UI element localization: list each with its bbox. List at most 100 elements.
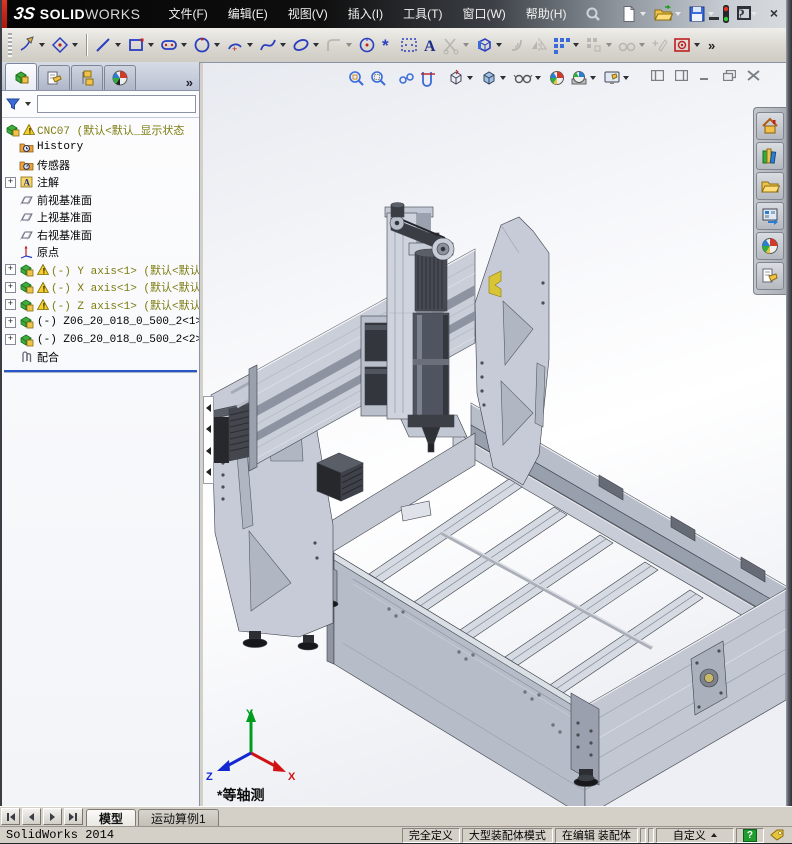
display-relations-button[interactable] — [616, 31, 649, 59]
sketch-button[interactable] — [16, 31, 49, 59]
tab-nav-next-button[interactable] — [43, 808, 62, 825]
new-document-caret-icon[interactable] — [640, 12, 647, 16]
tree-expander-icon[interactable]: + — [5, 264, 16, 276]
menu-view[interactable]: 视图(V) — [278, 0, 338, 28]
sketch-fillet-button[interactable] — [323, 31, 356, 59]
previous-view-button[interactable] — [395, 66, 417, 90]
open-document-caret-icon[interactable] — [675, 12, 682, 16]
edit-appearance-button[interactable] — [546, 66, 568, 90]
menu-insert[interactable]: 插入(I) — [338, 0, 393, 28]
hide-show-items-caret-icon[interactable] — [535, 76, 541, 80]
tree-item[interactable]: +! (-) Y axis<1> (默认<默认 — [2, 261, 199, 279]
line-caret-icon[interactable] — [115, 43, 121, 47]
polygon-button[interactable] — [356, 31, 378, 59]
tree-item[interactable]: 前视基准面 — [2, 191, 199, 209]
menu-help[interactable]: 帮助(H) — [516, 0, 577, 28]
quick-tip-tag-icon[interactable] — [768, 828, 786, 842]
status-help-button[interactable]: ? — [735, 827, 764, 843]
apply-scene-button[interactable] — [568, 66, 601, 90]
display-style-caret-icon[interactable] — [500, 76, 506, 80]
panel-splitter-arrows[interactable] — [203, 396, 214, 484]
view-settings-button[interactable] — [601, 66, 634, 90]
tree-item[interactable]: +! (-) Z axis<1> (默认<默认 — [2, 296, 199, 314]
surface-sketch-button[interactable] — [398, 31, 420, 59]
zoom-to-area-button[interactable] — [367, 66, 389, 90]
menu-window[interactable]: 窗口(W) — [452, 0, 515, 28]
view-orientation-button[interactable] — [445, 66, 478, 90]
convert-entities-caret-icon[interactable] — [496, 43, 502, 47]
view-palette-button[interactable] — [756, 202, 784, 230]
tab-nav-last-button[interactable] — [64, 808, 83, 825]
tree-item[interactable]: + (-) Z06_20_018_0_500_2<2> — [2, 331, 199, 349]
ellipse-button[interactable] — [290, 31, 323, 59]
tree-item[interactable]: 原点 — [2, 244, 199, 262]
corner-rectangle-button[interactable] — [125, 31, 158, 59]
file-explorer-button[interactable] — [756, 172, 784, 200]
move-entities-button[interactable] — [583, 31, 616, 59]
custom-properties-button[interactable] — [756, 262, 784, 290]
solidworks-resources-button[interactable] — [756, 112, 784, 140]
appearances-scenes-button[interactable] — [756, 232, 784, 260]
pane-right-button[interactable] — [673, 68, 690, 83]
close-button[interactable]: × — [764, 4, 784, 22]
tree-filter-input[interactable] — [37, 95, 196, 113]
mirror-entities-button[interactable] — [528, 31, 550, 59]
zoom-to-fit-button[interactable] — [345, 66, 367, 90]
search-icon[interactable] — [582, 3, 604, 25]
custom-toolbar-cell[interactable]: 自定义 — [655, 827, 734, 843]
straight-slot-button[interactable] — [158, 31, 191, 59]
child-close-button[interactable] — [745, 68, 762, 83]
circle-button[interactable] — [191, 31, 224, 59]
straight-slot-caret-icon[interactable] — [181, 43, 187, 47]
custom-caret-icon[interactable] — [710, 833, 717, 837]
child-restore-button[interactable] — [721, 68, 738, 83]
sketch-caret-icon[interactable] — [39, 43, 45, 47]
view-settings-caret-icon[interactable] — [623, 76, 629, 80]
graphics-viewport[interactable]: Y X Z *等轴测 — [203, 62, 786, 807]
tree-expander-icon[interactable]: + — [5, 316, 16, 328]
reference-point-button[interactable] — [671, 31, 704, 59]
display-relations-caret-icon[interactable] — [639, 43, 645, 47]
child-minimize-button[interactable] — [697, 68, 714, 83]
linear-sketch-pattern-caret-icon[interactable] — [573, 43, 579, 47]
line-button[interactable] — [92, 31, 125, 59]
pane-left-button[interactable] — [649, 68, 666, 83]
smart-dimension-button[interactable] — [49, 31, 82, 59]
panel-tab-configurationmanager[interactable] — [71, 65, 103, 90]
filter-funnel-icon[interactable] — [5, 97, 23, 111]
trim-entities-caret-icon[interactable] — [463, 43, 469, 47]
spline-button[interactable] — [257, 31, 290, 59]
tree-item[interactable]: 传感器 — [2, 156, 199, 174]
restore-button[interactable] — [734, 4, 754, 22]
tree-item[interactable]: 上视基准面 — [2, 209, 199, 227]
tree-item[interactable]: + A 注解 — [2, 174, 199, 192]
hide-show-items-button[interactable] — [511, 66, 546, 90]
tree-expander-icon[interactable]: + — [5, 281, 16, 293]
filter-caret-icon[interactable] — [25, 102, 31, 106]
toolbar-grip[interactable] — [8, 33, 12, 57]
convert-entities-button[interactable] — [473, 31, 506, 59]
new-document-button[interactable] — [618, 2, 651, 26]
panel-tab-propertymanager[interactable] — [38, 65, 70, 90]
spline-caret-icon[interactable] — [280, 43, 286, 47]
circle-caret-icon[interactable] — [214, 43, 220, 47]
smart-dimension-caret-icon[interactable] — [72, 43, 78, 47]
menu-edit[interactable]: 编辑(E) — [218, 0, 278, 28]
add-relation-button[interactable]: + — [649, 31, 671, 59]
open-document-button[interactable] — [651, 2, 686, 26]
tree-expander-icon[interactable]: + — [5, 299, 16, 311]
tab-nav-previous-button[interactable] — [22, 808, 41, 825]
panel-tab-displaymanager[interactable] — [104, 65, 136, 90]
point-button[interactable]: * — [378, 31, 398, 59]
tree-expander-icon[interactable]: + — [5, 334, 16, 346]
toolbar-overflow-button[interactable]: » — [704, 38, 719, 53]
centerpoint-arc-button[interactable]: + — [224, 31, 257, 59]
tree-item[interactable]: +! (-) X axis<1> (默认<默认 — [2, 279, 199, 297]
tree-item[interactable]: 右视基准面 — [2, 226, 199, 244]
x-axis-stepper-motor[interactable] — [316, 452, 364, 502]
panel-tabs-overflow[interactable]: » — [186, 75, 193, 90]
linear-sketch-pattern-button[interactable] — [550, 31, 583, 59]
view-orientation-caret-icon[interactable] — [467, 76, 473, 80]
menu-tools[interactable]: 工具(T) — [393, 0, 452, 28]
tree-item[interactable]: 配合 — [2, 349, 199, 367]
